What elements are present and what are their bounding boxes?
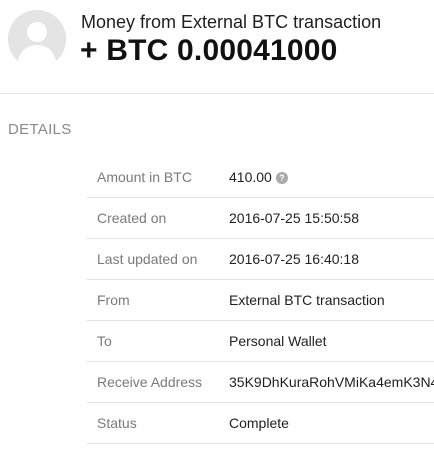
detail-row-created: Created on 2016-07-25 15:50:58 bbox=[87, 198, 434, 239]
detail-row-from: From External BTC transaction bbox=[87, 280, 434, 321]
detail-label: Created on bbox=[97, 210, 167, 226]
transaction-title: Money from External BTC transaction bbox=[81, 12, 382, 32]
detail-row-receive-address: Receive Address 35K9DhKuraRohVMiKa4emK3N… bbox=[87, 362, 434, 403]
detail-value: 2016-07-25 16:40:18 bbox=[229, 251, 359, 267]
details-heading: DETAILS bbox=[8, 121, 72, 138]
detail-label: Amount in BTC bbox=[97, 169, 192, 185]
amount-value: 410.00 bbox=[229, 169, 272, 185]
avatar bbox=[8, 10, 66, 68]
detail-row-amount: Amount in BTC 410.00? bbox=[87, 157, 434, 198]
transaction-amount: + BTC 0.00041000 bbox=[80, 34, 338, 67]
detail-value: Personal Wallet bbox=[229, 333, 327, 349]
detail-label: Status bbox=[97, 415, 137, 431]
detail-value: 410.00? bbox=[229, 169, 288, 185]
user-silhouette-icon bbox=[8, 10, 66, 68]
detail-row-status: Status Complete bbox=[87, 403, 434, 444]
detail-label: Last updated on bbox=[97, 251, 198, 267]
help-icon[interactable]: ? bbox=[275, 172, 288, 184]
details-table: Amount in BTC 410.00? Created on 2016-07… bbox=[87, 157, 434, 444]
transaction-header: Money from External BTC transaction + BT… bbox=[0, 0, 434, 94]
detail-label: From bbox=[97, 292, 130, 308]
detail-row-to: To Personal Wallet bbox=[87, 321, 434, 362]
header-divider bbox=[0, 93, 434, 94]
detail-label: Receive Address bbox=[97, 374, 203, 390]
detail-row-updated: Last updated on 2016-07-25 16:40:18 bbox=[87, 239, 434, 280]
detail-value: External BTC transaction bbox=[229, 292, 385, 308]
detail-value: 2016-07-25 15:50:58 bbox=[229, 210, 359, 226]
status-value: Complete bbox=[229, 415, 289, 431]
receive-address-value[interactable]: 35K9DhKuraRohVMiKa4emK3N4 bbox=[229, 374, 434, 390]
detail-label: To bbox=[97, 333, 112, 349]
